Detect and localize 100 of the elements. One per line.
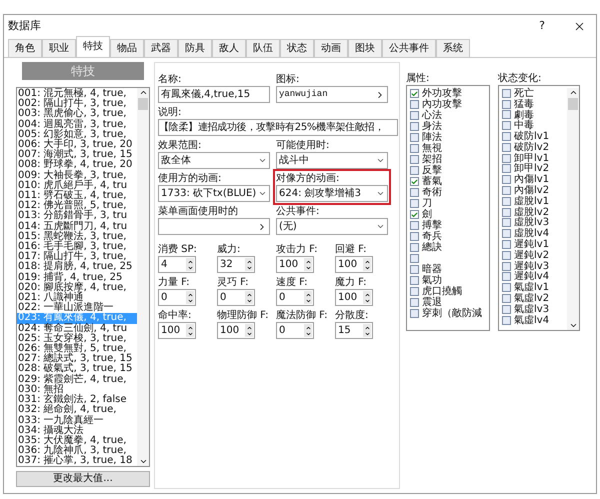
scrollbar[interactable] [567, 88, 579, 330]
scroll-up-icon[interactable] [568, 88, 578, 97]
number-field[interactable]: 0 [276, 322, 314, 339]
tab[interactable]: 系统 [436, 39, 470, 57]
dropdown[interactable]: (无) [276, 218, 388, 235]
list-item[interactable]: 018: 提肩膀, 4, true, 25 [17, 262, 137, 273]
spinner-icon[interactable] [245, 324, 253, 337]
spinner-icon[interactable] [304, 258, 312, 271]
checkbox[interactable] [410, 111, 419, 120]
tab[interactable]: 状态 [280, 39, 314, 57]
number-field[interactable]: 100 [217, 322, 255, 339]
checkbox[interactable] [410, 210, 419, 219]
list-item[interactable]: 019: 捕背, 4, true, 25 [17, 272, 137, 283]
list-item[interactable]: 037: 摧心掌, 3, true, 18 [17, 456, 137, 467]
checkbox[interactable] [410, 133, 419, 142]
number-field[interactable]: 100 [158, 322, 196, 339]
list-item[interactable]: 022: 一華山派進階一 [17, 303, 137, 314]
tab[interactable]: 武器 [144, 39, 178, 57]
checkbox[interactable] [502, 142, 511, 152]
checkbox[interactable] [410, 232, 419, 241]
number-field[interactable]: 0 [158, 289, 196, 306]
checkbox[interactable] [502, 294, 511, 304]
spinner-icon[interactable] [363, 258, 371, 271]
tab[interactable]: 特技 [76, 36, 110, 57]
list-item[interactable]: 028: 破氣式, 3, true, 15 [17, 364, 137, 375]
list-item[interactable]: 032: 絕命劍, 4, true, [17, 405, 137, 416]
list-item[interactable]: 034: 攝魂大法 [17, 426, 137, 436]
spinner-icon[interactable] [304, 291, 312, 304]
checkbox[interactable] [502, 250, 511, 260]
checkbox[interactable] [502, 196, 511, 206]
checkbox[interactable] [410, 287, 419, 296]
checkbox[interactable] [410, 89, 419, 98]
spinner-icon[interactable] [245, 291, 253, 304]
checkbox[interactable] [502, 229, 511, 238]
list-item[interactable]: 031: 玄鐵劍法, 2, false [17, 395, 137, 406]
tab[interactable]: 敌人 [212, 39, 246, 57]
list-item[interactable]: 024: 奪命三仙劍, 4, tru [17, 324, 137, 334]
checkbox[interactable] [502, 132, 511, 142]
checkbox[interactable] [502, 186, 511, 196]
number-field[interactable]: 100 [276, 256, 314, 273]
tab[interactable]: 职业 [42, 39, 76, 57]
tab[interactable]: 动画 [314, 39, 348, 57]
spinner-icon[interactable] [186, 324, 194, 337]
menu-animation-field[interactable] [158, 218, 270, 235]
checkbox[interactable] [502, 110, 511, 120]
checkbox[interactable] [410, 221, 419, 230]
number-field[interactable]: 0 [217, 289, 255, 306]
tab[interactable]: 防具 [178, 39, 212, 57]
checkbox[interactable] [502, 262, 511, 271]
description-field[interactable]: 【陰柔】連招成功後，攻擊時有25%機率架住敵招， [158, 119, 398, 136]
list-item[interactable]: 029: 紫霞劍芒, 4, true, [17, 374, 137, 385]
checkbox[interactable] [410, 188, 419, 197]
checkbox[interactable] [502, 175, 511, 184]
checkbox[interactable] [410, 309, 419, 318]
number-field[interactable]: 32 [217, 256, 255, 273]
checkbox[interactable] [410, 254, 419, 263]
tab[interactable]: 物品 [110, 39, 144, 57]
checkbox[interactable] [502, 272, 511, 282]
number-field[interactable]: 100 [335, 256, 373, 273]
scrollbar[interactable] [137, 88, 149, 466]
dropdown[interactable]: 1733: 砍下tx(BLUE) [158, 185, 270, 202]
list-item[interactable]: 008: 野球拳, 4, true, 20 [17, 160, 137, 171]
tab[interactable]: 图块 [348, 39, 382, 57]
checkbox[interactable] [410, 155, 419, 164]
checkbox[interactable] [410, 199, 419, 208]
checkbox[interactable] [502, 100, 511, 109]
scroll-thumb[interactable] [138, 98, 148, 110]
spinner-icon[interactable] [363, 291, 371, 304]
checkbox[interactable] [502, 88, 511, 98]
spinner-icon[interactable] [304, 324, 312, 337]
scroll-up-icon[interactable] [138, 88, 148, 97]
checkbox[interactable] [410, 276, 419, 285]
checkbox[interactable] [502, 218, 511, 228]
checkbox[interactable] [502, 164, 511, 174]
list-item[interactable]: 009: 大袖長拳, 3, true, [17, 170, 137, 181]
icon-field[interactable]: yanwujian [276, 86, 388, 103]
checkbox[interactable] [410, 144, 419, 153]
checkbox[interactable] [410, 100, 419, 109]
checkbox[interactable] [502, 121, 511, 130]
checkbox[interactable] [410, 166, 419, 175]
name-field[interactable]: 有鳳來儀,4,true,15 [158, 86, 270, 103]
checkbox[interactable] [502, 240, 511, 250]
spinner-icon[interactable] [186, 291, 194, 304]
checkbox[interactable] [502, 208, 511, 217]
scroll-down-icon[interactable] [568, 321, 578, 330]
dropdown[interactable]: 战斗中 [276, 152, 388, 169]
checkbox[interactable] [410, 265, 419, 274]
tab[interactable]: 队伍 [246, 39, 280, 57]
change-max-button[interactable]: 更改最大值... [16, 471, 150, 487]
checkbox[interactable] [502, 304, 511, 314]
number-field[interactable]: 15 [335, 322, 373, 339]
list-item[interactable]: 003: 黑虎偷心, 3, true, [17, 109, 137, 120]
checkbox[interactable] [410, 122, 419, 131]
help-button[interactable]: ? [539, 18, 545, 34]
tab[interactable]: 公共事件 [382, 39, 436, 57]
checkbox[interactable] [502, 154, 511, 163]
spinner-icon[interactable] [186, 258, 194, 271]
dropdown[interactable]: 624: 劍攻擊增補3 [276, 185, 388, 202]
scroll-down-icon[interactable] [138, 457, 148, 466]
number-field[interactable]: 0 [276, 289, 314, 306]
